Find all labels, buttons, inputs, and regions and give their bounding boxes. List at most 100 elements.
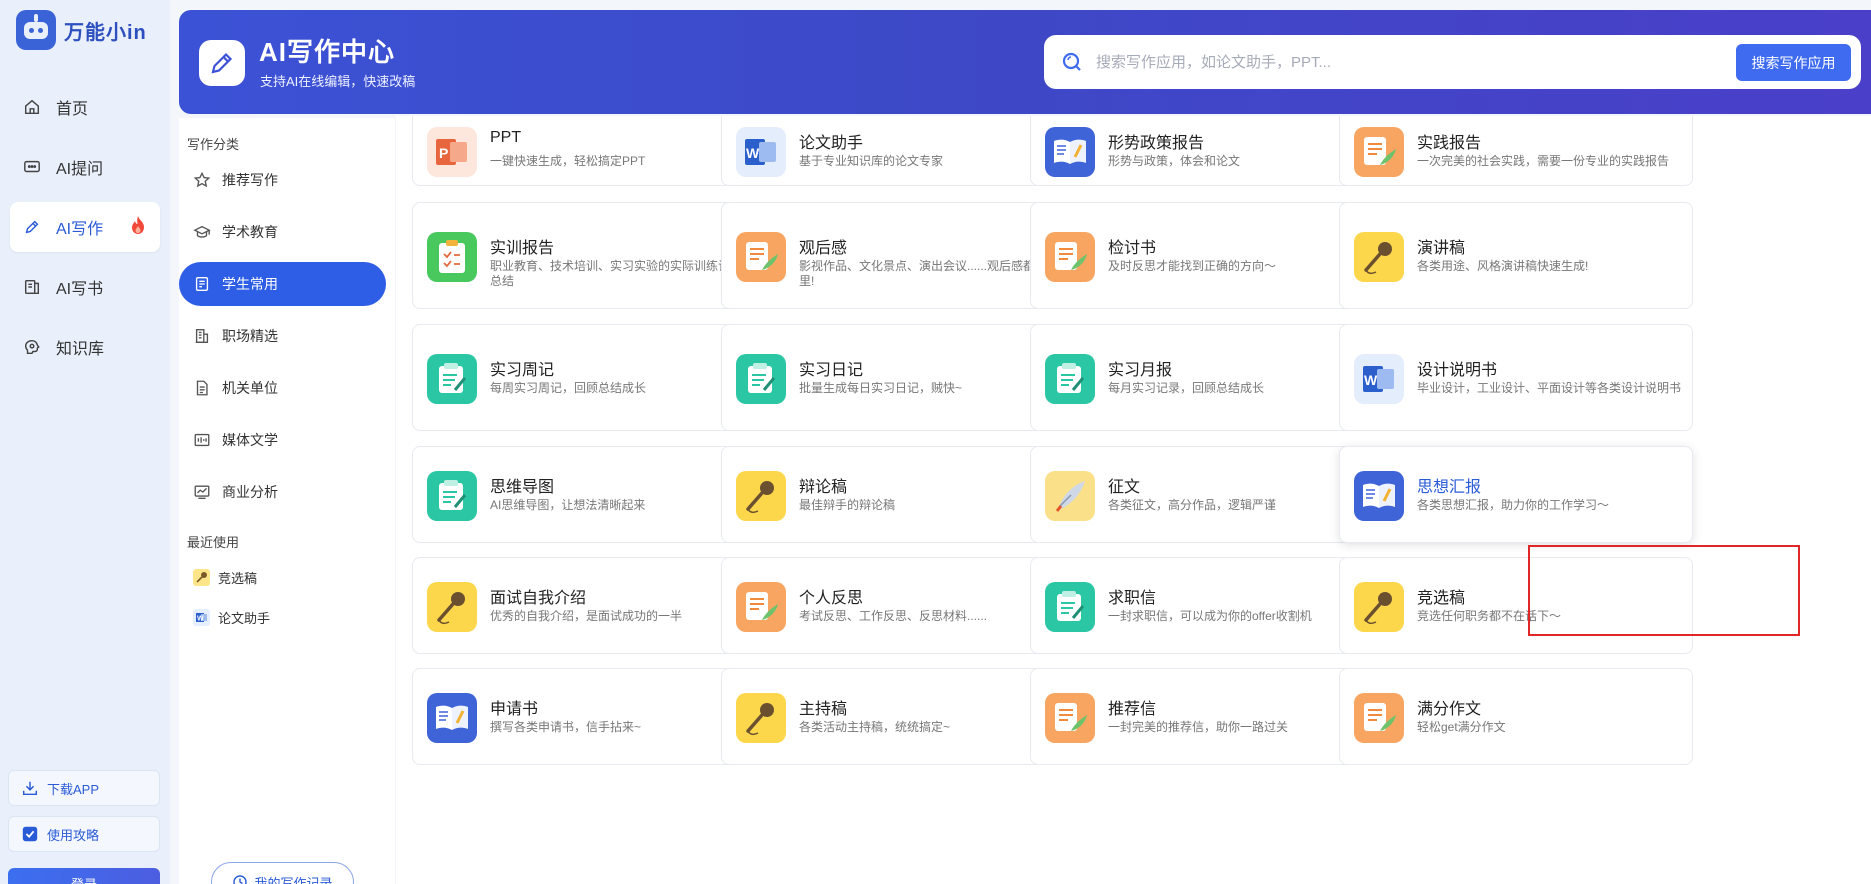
- recent-item-thesis-assistant[interactable]: W 论文助手: [193, 608, 270, 627]
- card-description: 批量生成每日实习日记，贼快~: [799, 381, 963, 395]
- report-icon: [736, 582, 786, 632]
- recent-item-campaign-speech[interactable]: 竞选稿: [193, 568, 257, 587]
- robot-logo-icon: [16, 10, 56, 50]
- page-title: AI写作中心: [259, 37, 396, 67]
- writing-app-card[interactable]: 求职信一封求职信，可以成为你的offer收割机: [1030, 557, 1384, 654]
- report-icon: [1354, 693, 1404, 743]
- fire-icon: [130, 215, 146, 240]
- clipboard-icon: [427, 232, 477, 282]
- app-root: 万能小in 首页 AI提问 AI写作 AI写书 知识库 下载APP 使用攻略 A…: [0, 0, 1871, 884]
- report-icon: [1045, 232, 1095, 282]
- writing-app-card[interactable]: 检讨书 及时反思才能找到正确的方向～: [1030, 202, 1384, 309]
- writing-app-card[interactable]: 思维导图 AI思维导图，让想法清晰起来: [412, 446, 766, 543]
- mic-icon: [193, 569, 210, 586]
- card-description: 一封求职信，可以成为你的offer收割机: [1108, 609, 1312, 623]
- nav-item-ai-writing[interactable]: AI写作: [10, 202, 160, 252]
- writing-app-card[interactable]: 竞选稿竞选任何职务都不在话下～: [1339, 557, 1693, 654]
- book-icon: [22, 277, 42, 297]
- writing-app-card[interactable]: 辩论稿 最佳辩手的辩论稿: [721, 446, 1075, 543]
- writing-app-card[interactable]: 实习月报 每月实习记录，回顾总结成长: [1030, 324, 1384, 431]
- guide-button[interactable]: 使用攻略: [8, 816, 160, 852]
- writing-app-card[interactable]: 思想汇报 各类思想汇报，助力你的工作学习～: [1339, 446, 1693, 543]
- writing-app-card[interactable]: 演讲稿 各类用途、风格演讲稿快速生成!: [1339, 202, 1693, 309]
- analysis-icon: [194, 485, 210, 499]
- recent-heading: 最近使用: [187, 535, 240, 550]
- category-government[interactable]: 机关单位: [179, 366, 386, 410]
- writing-app-card[interactable]: 观后感 影视作品、文化景点、演出会议......观后感都在这里!: [721, 202, 1075, 309]
- report-icon: [1045, 693, 1095, 743]
- word-icon: W: [736, 127, 786, 177]
- card-title: 实训报告: [490, 240, 555, 257]
- category-recommended[interactable]: 推荐写作: [179, 158, 386, 202]
- card-description: 竞选任何职务都不在话下～: [1417, 609, 1562, 623]
- card-description: 一键快速生成，轻松搞定PPT: [490, 154, 646, 168]
- checklist-icon: [22, 826, 38, 842]
- writing-app-card[interactable]: 主持稿 各类活动主持稿，统统搞定~: [721, 668, 1075, 765]
- writing-app-card[interactable]: 推荐信 一封完美的推荐信，助你一路过关: [1030, 668, 1384, 765]
- login-button[interactable]: 登录: [8, 868, 160, 884]
- card-title: PPT: [490, 129, 522, 146]
- card-description: 撰写各类申请书，信手拈来~: [490, 720, 642, 734]
- nav-item-ai-book[interactable]: AI写书: [10, 262, 160, 312]
- writing-history-button[interactable]: 我的写作记录: [211, 862, 354, 884]
- svg-text:W: W: [746, 145, 760, 161]
- svg-text:W: W: [197, 616, 204, 623]
- card-description: 一次完美的社会实践，需要一份专业的实践报告: [1417, 154, 1670, 168]
- nav-item-home[interactable]: 首页: [10, 82, 160, 132]
- category-student[interactable]: 学生常用: [179, 262, 386, 306]
- card-title: 辩论稿: [799, 479, 848, 496]
- download-app-button[interactable]: 下载APP: [8, 770, 160, 806]
- download-icon: [22, 781, 38, 796]
- nav-item-knowledge-base[interactable]: 知识库: [10, 322, 160, 372]
- search-bar: 搜索写作应用: [1044, 35, 1861, 89]
- card-title: 竞选稿: [1417, 590, 1466, 607]
- writing-app-card[interactable]: 征文各类征文，高分作品，逻辑严谨: [1030, 446, 1384, 543]
- writing-app-card[interactable]: 面试自我介绍 优秀的自我介绍，是面试成功的一半: [412, 557, 766, 654]
- brand[interactable]: 万能小in: [16, 10, 147, 50]
- notepad-icon: [1045, 582, 1095, 632]
- nav-label: 知识库: [56, 341, 105, 358]
- nav-item-ai-ask[interactable]: AI提问: [10, 142, 160, 192]
- category-academic[interactable]: 学术教育: [179, 210, 386, 254]
- card-title: 实习日记: [799, 362, 864, 379]
- category-media[interactable]: 媒体文学: [179, 418, 386, 462]
- writing-app-card[interactable]: P PPT 一键快速生成，轻松搞定PPT: [412, 116, 766, 186]
- card-description: 影视作品、文化景点、演出会议......观后感都在这里!: [799, 259, 1060, 288]
- search-button[interactable]: 搜索写作应用: [1736, 44, 1851, 81]
- card-description: 考试反思、工作反思、反思材料......: [799, 609, 988, 623]
- writing-app-card[interactable]: W 论文助手 基于专业知识库的论文专家: [721, 116, 1075, 186]
- writing-app-card[interactable]: 实训报告 职业教育、技术培训、实习实验的实际训练记录和总结: [412, 202, 766, 309]
- card-title: 求职信: [1108, 590, 1157, 607]
- card-title: 征文: [1108, 479, 1141, 496]
- writing-app-card[interactable]: 实践报告一次完美的社会实践，需要一份专业的实践报告: [1339, 116, 1693, 186]
- header-banner: AI写作中心 支持AI在线编辑，快速改稿 搜索写作应用: [179, 10, 1871, 114]
- writing-app-card[interactable]: 个人反思考试反思、工作反思、反思材料......: [721, 557, 1075, 654]
- card-title: 实践报告: [1417, 135, 1482, 152]
- pen-icon: [199, 40, 245, 86]
- card-title: 主持稿: [799, 701, 848, 718]
- ppt-icon: P: [427, 127, 477, 177]
- writing-app-card[interactable]: 实习日记批量生成每日实习日记，贼快~: [721, 324, 1075, 431]
- card-title: 实习月报: [1108, 362, 1173, 379]
- writing-app-card[interactable]: 满分作文 轻松get满分作文: [1339, 668, 1693, 765]
- writing-app-card[interactable]: W 设计说明书 毕业设计，工业设计、平面设计等各类设计说明书: [1339, 324, 1693, 431]
- writing-app-card[interactable]: 实习周记 每周实习周记，回顾总结成长: [412, 324, 766, 431]
- report-icon: [1354, 127, 1404, 177]
- brand-name: 万能小in: [64, 21, 147, 44]
- mic-icon: [1354, 582, 1404, 632]
- writing-app-card[interactable]: 申请书 撰写各类申请书，信手拈来~: [412, 668, 766, 765]
- nav-label: 首页: [56, 101, 89, 118]
- notepad-icon: [736, 354, 786, 404]
- svg-text:P: P: [439, 145, 448, 161]
- category-workplace[interactable]: 职场精选: [179, 314, 386, 358]
- pen-icon: [22, 217, 42, 237]
- nav-label: AI提问: [56, 161, 104, 178]
- document-icon: [196, 380, 208, 396]
- card-title: 个人反思: [799, 590, 864, 607]
- card-description: 各类征文，高分作品，逻辑严谨: [1108, 498, 1277, 512]
- card-description: 优秀的自我介绍，是面试成功的一半: [490, 609, 683, 623]
- category-business[interactable]: 商业分析: [179, 470, 386, 514]
- search-input[interactable]: [1096, 53, 1716, 71]
- brain-icon: [22, 337, 42, 357]
- writing-app-card[interactable]: 形势政策报告 形势与政策，体会和论文: [1030, 116, 1384, 186]
